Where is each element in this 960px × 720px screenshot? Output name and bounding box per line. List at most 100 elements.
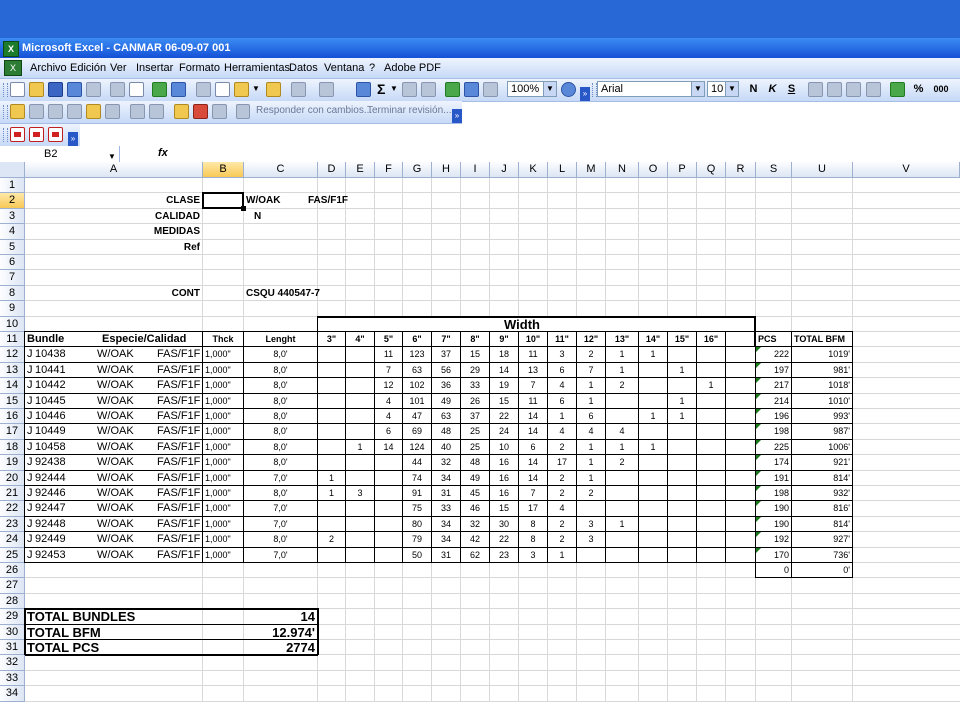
research-icon[interactable]: [171, 82, 186, 97]
pdf-options-chevron-icon[interactable]: »: [68, 132, 78, 146]
merge-center-icon[interactable]: [866, 82, 881, 97]
menu-help[interactable]: ?: [369, 62, 375, 74]
menu-ventana[interactable]: Ventana: [324, 62, 364, 74]
column-header-a[interactable]: A: [25, 162, 203, 178]
chart-wizard-icon[interactable]: [445, 82, 460, 97]
row-header-6[interactable]: 6: [0, 255, 25, 271]
row-header-17[interactable]: 17: [0, 424, 25, 440]
column-header-f[interactable]: F: [375, 162, 403, 178]
insert-function-icon[interactable]: fx: [158, 147, 168, 159]
reviewing-icon-3[interactable]: [48, 104, 63, 119]
row-header-8[interactable]: 8: [0, 285, 25, 302]
copy-icon[interactable]: [215, 82, 230, 97]
name-box[interactable]: B2 ▼: [0, 146, 120, 162]
row-header-14[interactable]: 14: [0, 378, 25, 394]
column-header-k[interactable]: K: [519, 162, 548, 178]
active-cell-b2[interactable]: [202, 192, 244, 209]
row-header-9[interactable]: 9: [0, 301, 25, 317]
reply-with-changes-button[interactable]: Responder con cambios...: [256, 105, 372, 116]
row-header-18[interactable]: 18: [0, 439, 25, 456]
row-header-4[interactable]: 4: [0, 224, 25, 240]
mail-icon[interactable]: [86, 82, 101, 97]
row-header-15[interactable]: 15: [0, 393, 25, 409]
row-header-12[interactable]: 12: [0, 347, 25, 363]
column-header-j[interactable]: J: [490, 162, 519, 178]
column-header-u[interactable]: U: [792, 162, 853, 178]
column-header-c[interactable]: C: [244, 162, 318, 178]
row-header-10[interactable]: 10: [0, 316, 25, 332]
row-header-29[interactable]: 29: [0, 609, 25, 625]
row-header-33[interactable]: 33: [0, 670, 25, 687]
row-header-11[interactable]: 11: [0, 332, 25, 348]
cut-icon[interactable]: [196, 82, 211, 97]
autosum-dropdown-icon[interactable]: ▼: [390, 84, 398, 93]
pdf-email-icon[interactable]: [29, 127, 44, 142]
reviewing-toolbar-grip-icon[interactable]: [3, 105, 8, 119]
reviewing-icon-8[interactable]: [149, 104, 164, 119]
reviewing-icon-5[interactable]: [86, 104, 101, 119]
row-header-20[interactable]: 20: [0, 470, 25, 486]
menu-insertar[interactable]: Insertar: [136, 62, 173, 74]
italic-button[interactable]: K: [765, 82, 780, 97]
paste-icon[interactable]: [234, 82, 249, 97]
reviewing-icon-2[interactable]: [29, 104, 44, 119]
help-icon[interactable]: [561, 82, 576, 97]
align-left-icon[interactable]: [808, 82, 823, 97]
reviewing-icon-7[interactable]: [130, 104, 145, 119]
toolbar-options-chevron-icon[interactable]: »: [580, 87, 590, 101]
row-header-3[interactable]: 3: [0, 208, 25, 225]
column-header-s[interactable]: S: [756, 162, 792, 178]
menu-edicion[interactable]: Edición: [70, 62, 106, 74]
row-header-26[interactable]: 26: [0, 563, 25, 579]
thousands-button[interactable]: 000: [930, 82, 952, 97]
workbook-icon[interactable]: X: [4, 60, 22, 76]
row-header-28[interactable]: 28: [0, 593, 25, 610]
new-document-icon[interactable]: [10, 82, 25, 97]
select-all-corner[interactable]: [0, 162, 25, 178]
font-name-combo[interactable]: Arial ▼: [597, 81, 705, 97]
row-header-13[interactable]: 13: [0, 362, 25, 379]
sort-descending-icon[interactable]: [421, 82, 436, 97]
reviewing-icon-4[interactable]: [67, 104, 82, 119]
format-painter-icon[interactable]: [266, 82, 281, 97]
column-header-i[interactable]: I: [461, 162, 490, 178]
row-header-23[interactable]: 23: [0, 516, 25, 533]
fill-handle[interactable]: [241, 205, 246, 211]
font-size-combo[interactable]: 10 ▼: [707, 81, 739, 97]
column-header-e[interactable]: E: [346, 162, 375, 178]
column-header-d[interactable]: D: [318, 162, 346, 178]
zoom-icon[interactable]: [483, 82, 498, 97]
drawing-icon[interactable]: [464, 82, 479, 97]
pdf-review-icon[interactable]: [48, 127, 63, 142]
underline-button[interactable]: S: [784, 82, 799, 97]
font-name-dropdown-icon[interactable]: ▼: [691, 82, 704, 96]
sort-ascending-icon[interactable]: [402, 82, 417, 97]
zoom-combo[interactable]: 100% ▼: [507, 81, 557, 97]
zoom-dropdown-icon[interactable]: ▼: [543, 82, 556, 96]
font-size-dropdown-icon[interactable]: ▼: [725, 82, 738, 96]
row-header-27[interactable]: 27: [0, 578, 25, 594]
row-header-19[interactable]: 19: [0, 455, 25, 471]
worksheet-grid[interactable]: A B C D E F G H I J K L M N O P Q R S U V 1 2 3 4 5 6 7 8 9 10 11 12 13 14…: [0, 162, 960, 720]
save-icon[interactable]: [48, 82, 63, 97]
undo-icon[interactable]: [291, 82, 306, 97]
spelling-icon[interactable]: [152, 82, 167, 97]
column-header-g[interactable]: G: [403, 162, 432, 178]
reviewing-icon-11[interactable]: [212, 104, 227, 119]
currency-icon[interactable]: [890, 82, 905, 97]
align-right-icon[interactable]: [846, 82, 861, 97]
reviewing-icon-9[interactable]: [174, 104, 189, 119]
column-header-m[interactable]: M: [577, 162, 606, 178]
open-folder-icon[interactable]: [29, 82, 44, 97]
row-header-2[interactable]: 2: [0, 193, 25, 209]
column-header-v[interactable]: V: [853, 162, 960, 178]
row-header-21[interactable]: 21: [0, 486, 25, 502]
menu-adobe-pdf[interactable]: Adobe PDF: [384, 62, 441, 74]
row-header-1[interactable]: 1: [0, 178, 25, 194]
column-header-n[interactable]: N: [606, 162, 639, 178]
column-header-o[interactable]: O: [639, 162, 668, 178]
hyperlink-icon[interactable]: [356, 82, 371, 97]
row-header-7[interactable]: 7: [0, 270, 25, 286]
percent-button[interactable]: %: [911, 82, 926, 97]
reviewing-icon-6[interactable]: [105, 104, 120, 119]
